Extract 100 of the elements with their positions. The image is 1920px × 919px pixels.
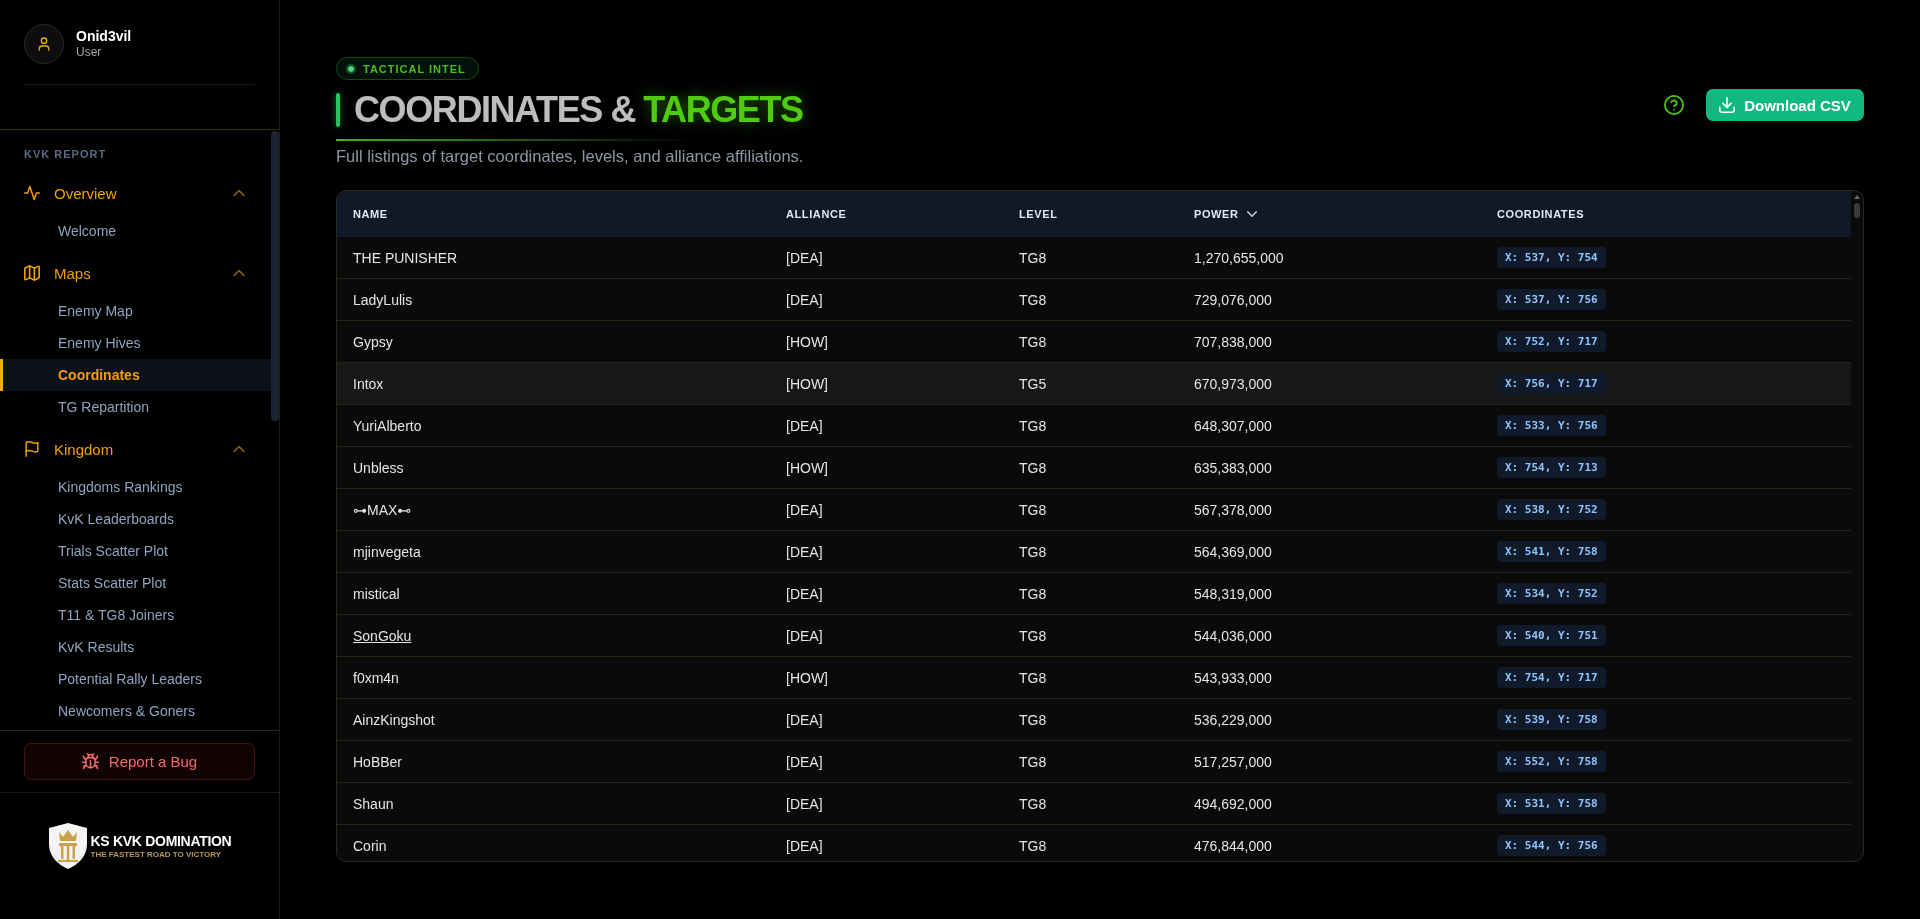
nav-item[interactable]: T11 & TG8 Joiners: [0, 599, 271, 631]
nav-item[interactable]: Welcome: [0, 215, 271, 247]
table-cell: TG8: [1019, 753, 1047, 770]
table-cell: LadyLulis: [353, 291, 413, 308]
table-cell: YuriAlberto: [353, 417, 422, 434]
nav-group-toggle[interactable]: Kingdom: [0, 429, 271, 469]
table-cell: TG8: [1019, 669, 1047, 686]
table-cell: TG8: [1019, 585, 1047, 602]
table-cell: 543,933,000: [1194, 669, 1272, 686]
user-name: Onid3vil: [76, 28, 132, 45]
coordinates-tag: X: 537, Y: 754: [1497, 247, 1606, 268]
table-cell: 476,844,000: [1194, 837, 1272, 854]
table-cell: 1,270,655,000: [1194, 249, 1284, 266]
table-cell: 635,383,000: [1194, 459, 1272, 476]
table-cell: [HOW]: [786, 333, 828, 350]
nav-item[interactable]: TG Repartition: [0, 391, 271, 423]
table-cell: 567,378,000: [1194, 501, 1272, 518]
table-cell: [DEA]: [786, 837, 823, 854]
nav-group-toggle[interactable]: Maps: [0, 253, 271, 293]
table-cell: f0xm4n: [353, 669, 399, 686]
table-cell: 536,229,000: [1194, 711, 1272, 728]
coordinates-tag: X: 756, Y: 717: [1497, 373, 1606, 394]
coordinates-tag: X: 534, Y: 752: [1497, 583, 1606, 604]
table-cell: [DEA]: [786, 501, 823, 518]
nav-item[interactable]: KvK Leaderboards: [0, 503, 271, 535]
table-cell: [HOW]: [786, 375, 828, 392]
coordinates-tag: X: 754, Y: 717: [1497, 667, 1606, 688]
coordinates-tag: X: 531, Y: 758: [1497, 793, 1606, 814]
column-header[interactable]: COORDINATES: [1497, 208, 1585, 220]
table-cell: HoBBer: [353, 753, 403, 770]
coordinates-tag: X: 539, Y: 758: [1497, 709, 1606, 730]
flag-icon: [24, 441, 40, 457]
nav-item[interactable]: Trials Scatter Plot: [0, 535, 271, 567]
coordinates-tag: X: 538, Y: 752: [1497, 499, 1606, 520]
column-header[interactable]: LEVEL: [1019, 208, 1058, 220]
coordinates-tag: X: 537, Y: 756: [1497, 289, 1606, 310]
table-cell: [DEA]: [786, 627, 823, 644]
coordinates-tag: X: 754, Y: 713: [1497, 457, 1606, 478]
table-cell: [DEA]: [786, 417, 823, 434]
table-cell: TG8: [1019, 291, 1047, 308]
pulse-line-icon: [24, 185, 40, 201]
column-header[interactable]: NAME: [353, 208, 388, 220]
table-cell: 648,307,000: [1194, 417, 1272, 434]
coordinates-tag: X: 752, Y: 717: [1497, 331, 1606, 352]
table-cell: ⊶MAX⊷: [353, 501, 412, 518]
table-cell: mjinvegeta: [353, 543, 421, 560]
page-subtitle: Full listings of target coordinates, levels, and alliance affiliations.: [336, 146, 804, 167]
table-cell: 517,257,000: [1194, 753, 1272, 770]
table-cell: [DEA]: [786, 711, 823, 728]
table-cell: [DEA]: [786, 795, 823, 812]
logo-title: KS KVK DOMINATION: [90, 832, 232, 850]
nav-item[interactable]: Kingdoms Rankings: [0, 471, 271, 503]
glowing-dot-icon: [346, 63, 356, 74]
table-cell: TG8: [1019, 795, 1047, 812]
table-cell: TG8: [1019, 501, 1047, 518]
table-cell: 729,076,000: [1194, 291, 1272, 308]
coordinates-tag: X: 533, Y: 756: [1497, 415, 1606, 436]
page-title: COORDINATES & TARGETS: [354, 88, 803, 132]
nav-group-toggle[interactable]: Overview: [0, 173, 271, 213]
nav-item[interactable]: Potential Rally Leaders: [0, 663, 271, 695]
scrollbar-thumb[interactable]: [1854, 203, 1860, 218]
table-cell: TG8: [1019, 417, 1047, 434]
table-cell: TG8: [1019, 459, 1047, 476]
sort-chevron-icon: [1246, 211, 1257, 217]
table-cell: 707,838,000: [1194, 333, 1272, 350]
shield-logo-icon: [47, 823, 88, 869]
column-header[interactable]: POWER: [1194, 208, 1257, 220]
table-cell: THE PUNISHER: [353, 249, 458, 266]
table-cell: [DEA]: [786, 585, 823, 602]
nav-item[interactable]: KvK Results: [0, 631, 271, 663]
help-icon[interactable]: [1664, 95, 1684, 115]
download-icon: [1719, 97, 1736, 113]
scrollbar-thumb[interactable]: [271, 131, 279, 421]
scroll-up-arrow-icon[interactable]: [1854, 195, 1860, 199]
table-cell: [DEA]: [786, 753, 823, 770]
nav-item[interactable]: Enemy Hives: [0, 327, 271, 359]
table-cell: [HOW]: [786, 459, 828, 476]
coordinates-tag: X: 541, Y: 758: [1497, 541, 1606, 562]
nav-section-label: KVK REPORT: [24, 147, 107, 162]
table-cell: Unbless: [353, 459, 404, 476]
nav-item[interactable]: Coordinates: [0, 359, 271, 391]
table-cell: AinzKingshot: [353, 711, 435, 728]
nav-item[interactable]: Stats Scatter Plot: [0, 567, 271, 599]
coordinates-tag: X: 540, Y: 751: [1497, 625, 1606, 646]
nav-item[interactable]: Newcomers & Goners: [0, 695, 271, 727]
table-cell: Gypsy: [353, 333, 393, 350]
column-header[interactable]: ALLIANCE: [786, 208, 847, 220]
table-cell: Corin: [353, 837, 387, 854]
report-bug-button[interactable]: Report a Bug: [24, 743, 255, 780]
table-cell: TG8: [1019, 711, 1047, 728]
logo-tagline: THE FASTEST ROAD TO VICTORY: [90, 849, 223, 860]
nav-item[interactable]: Enemy Map: [0, 295, 271, 327]
coordinates-tag: X: 552, Y: 758: [1497, 751, 1606, 772]
table-cell: TG8: [1019, 837, 1047, 854]
user-avatar-icon[interactable]: [24, 24, 64, 64]
table-cell: 564,369,000: [1194, 543, 1272, 560]
table-cell: Shaun: [353, 795, 394, 812]
table-cell: [HOW]: [786, 669, 828, 686]
map-icon: [24, 265, 40, 281]
table-cell: Intox: [353, 375, 384, 392]
